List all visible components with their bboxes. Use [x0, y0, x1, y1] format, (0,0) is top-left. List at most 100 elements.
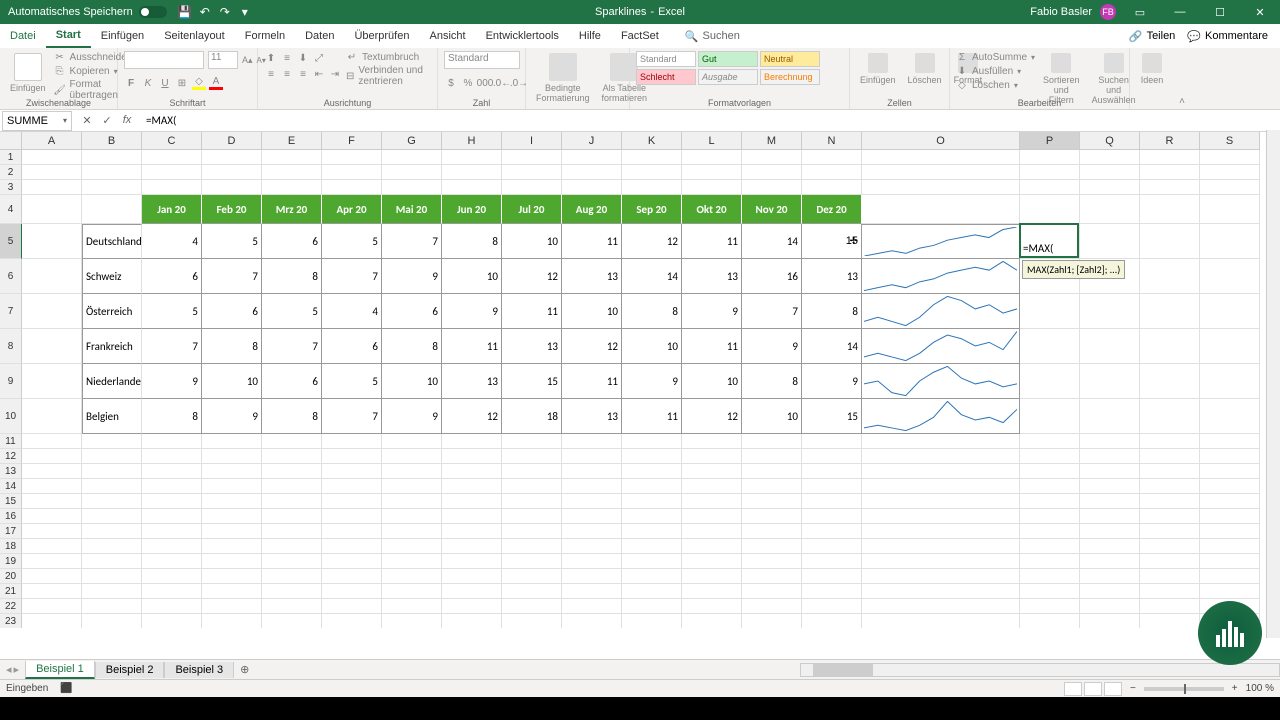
cell-B9[interactable]: Niederlande [82, 364, 142, 399]
insert-cells-button[interactable]: Einfügen [856, 51, 900, 87]
cell-I8[interactable]: 13 [502, 329, 562, 364]
cell-I22[interactable] [502, 599, 562, 614]
cell-G21[interactable] [382, 584, 442, 599]
cell-Q7[interactable] [1080, 294, 1140, 329]
cell-M14[interactable] [742, 479, 802, 494]
tab-ansicht[interactable]: Ansicht [419, 24, 475, 48]
sheet-tab-3[interactable]: Beispiel 3 [164, 662, 234, 678]
col-header-P[interactable]: P [1020, 132, 1080, 150]
cell-H3[interactable] [442, 180, 502, 195]
collapse-ribbon-icon[interactable]: ˄ [1174, 48, 1190, 109]
cell-F13[interactable] [322, 464, 382, 479]
cell-D11[interactable] [202, 434, 262, 449]
row-header-4[interactable]: 4 [0, 195, 22, 224]
sparkline-Österreich[interactable] [862, 294, 1020, 329]
cell-C19[interactable] [142, 554, 202, 569]
sparkline-Belgien[interactable] [862, 399, 1020, 434]
cell-K18[interactable] [622, 539, 682, 554]
col-header-K[interactable]: K [622, 132, 682, 150]
cell-R16[interactable] [1140, 509, 1200, 524]
row-header-13[interactable]: 13 [0, 464, 22, 479]
cell-F17[interactable] [322, 524, 382, 539]
cell-F19[interactable] [322, 554, 382, 569]
cell-L8[interactable]: 11 [682, 329, 742, 364]
cell-K7[interactable]: 8 [622, 294, 682, 329]
cell-O12[interactable] [862, 449, 1020, 464]
cell-R8[interactable] [1140, 329, 1200, 364]
cell-M6[interactable]: 16 [742, 259, 802, 294]
cell-M19[interactable] [742, 554, 802, 569]
cell-O14[interactable] [862, 479, 1020, 494]
cell-L22[interactable] [682, 599, 742, 614]
cell-I4[interactable]: Jul 20 [502, 195, 562, 224]
cell-H14[interactable] [442, 479, 502, 494]
col-header-N[interactable]: N [802, 132, 862, 150]
cell-L23[interactable] [682, 614, 742, 628]
cell-B17[interactable] [82, 524, 142, 539]
row-header-17[interactable]: 17 [0, 524, 22, 539]
cell-G7[interactable]: 6 [382, 294, 442, 329]
row-header-5[interactable]: 5 [0, 224, 22, 259]
row-header-11[interactable]: 11 [0, 434, 22, 449]
cell-M1[interactable] [742, 150, 802, 165]
row-header-20[interactable]: 20 [0, 569, 22, 584]
cell-B23[interactable] [82, 614, 142, 628]
cell-K20[interactable] [622, 569, 682, 584]
macro-record-icon[interactable]: ⬛ [60, 683, 72, 694]
cell-H12[interactable] [442, 449, 502, 464]
cell-H10[interactable]: 12 [442, 399, 502, 434]
cell-N9[interactable]: 9 [802, 364, 862, 399]
cell-P1[interactable] [1020, 150, 1080, 165]
decrease-decimal-icon[interactable]: .0→ [512, 76, 526, 90]
tab-ueberpruefen[interactable]: Überprüfen [344, 24, 419, 48]
zoom-level[interactable]: 100 % [1246, 683, 1274, 694]
cell-C23[interactable] [142, 614, 202, 628]
zoom-in-icon[interactable]: + [1232, 683, 1238, 694]
cell-E8[interactable]: 7 [262, 329, 322, 364]
cell-P2[interactable] [1020, 165, 1080, 180]
cell-D17[interactable] [202, 524, 262, 539]
cell-O20[interactable] [862, 569, 1020, 584]
cell-A12[interactable] [22, 449, 82, 464]
col-header-O[interactable]: O [862, 132, 1020, 150]
cell-E6[interactable]: 8 [262, 259, 322, 294]
cell-J18[interactable] [562, 539, 622, 554]
cell-M11[interactable] [742, 434, 802, 449]
cell-E4[interactable]: Mrz 20 [262, 195, 322, 224]
cell-A21[interactable] [22, 584, 82, 599]
cell-H15[interactable] [442, 494, 502, 509]
cell-F23[interactable] [322, 614, 382, 628]
chevron-down-icon[interactable]: ▾ [63, 116, 67, 125]
align-top-icon[interactable]: ⬆ [264, 51, 278, 65]
cell-B13[interactable] [82, 464, 142, 479]
cell-H9[interactable]: 13 [442, 364, 502, 399]
cell-N15[interactable] [802, 494, 862, 509]
style-standard[interactable]: Standard [636, 51, 696, 67]
cell-H19[interactable] [442, 554, 502, 569]
cell-C9[interactable]: 9 [142, 364, 202, 399]
row-header-18[interactable]: 18 [0, 539, 22, 554]
fill-color-button[interactable]: ◇ [192, 76, 206, 90]
cell-L20[interactable] [682, 569, 742, 584]
cell-E17[interactable] [262, 524, 322, 539]
cell-G2[interactable] [382, 165, 442, 180]
cell-I2[interactable] [502, 165, 562, 180]
cell-L3[interactable] [682, 180, 742, 195]
cell-J5[interactable]: 11 [562, 224, 622, 259]
cell-N21[interactable] [802, 584, 862, 599]
cell-B14[interactable] [82, 479, 142, 494]
cell-J17[interactable] [562, 524, 622, 539]
cell-P17[interactable] [1020, 524, 1080, 539]
row-header-16[interactable]: 16 [0, 509, 22, 524]
cell-O11[interactable] [862, 434, 1020, 449]
cell-S1[interactable] [1200, 150, 1260, 165]
number-format-combo[interactable]: Standard [444, 51, 520, 69]
cell-D22[interactable] [202, 599, 262, 614]
cell-Q17[interactable] [1080, 524, 1140, 539]
cell-E1[interactable] [262, 150, 322, 165]
save-icon[interactable]: 💾 [175, 2, 195, 22]
cell-F10[interactable]: 7 [322, 399, 382, 434]
orientation-icon[interactable]: ⤢ [312, 51, 326, 65]
cell-N14[interactable] [802, 479, 862, 494]
cell-A2[interactable] [22, 165, 82, 180]
